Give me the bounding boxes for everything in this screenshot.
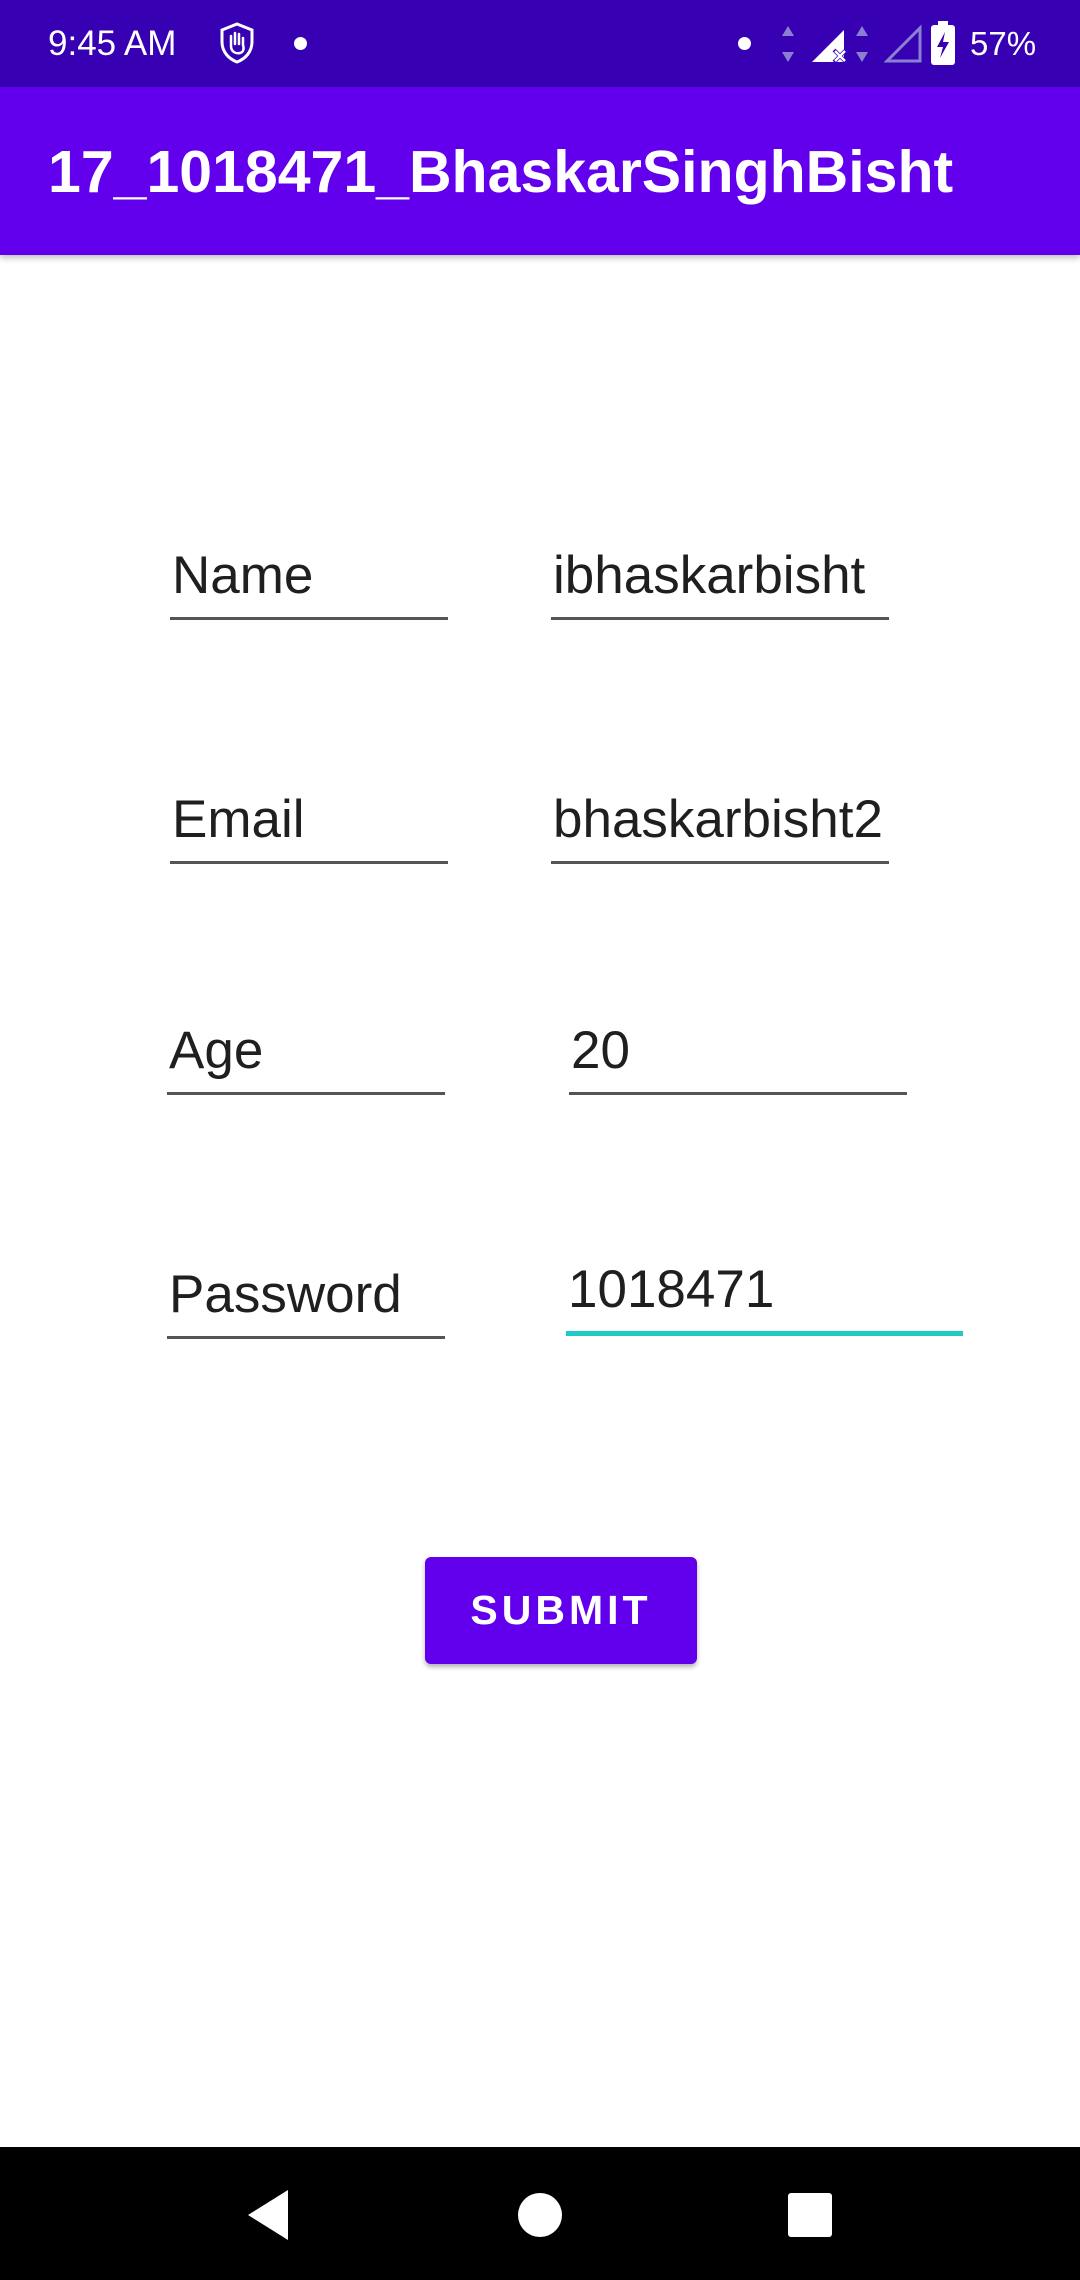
notification-dot-icon	[294, 37, 307, 50]
name-label: Name	[172, 546, 314, 605]
password-label-field[interactable]: Password	[167, 1259, 445, 1339]
home-icon[interactable]	[505, 2180, 575, 2250]
age-input[interactable]: 20	[569, 1015, 907, 1095]
email-label-field[interactable]: Email	[170, 784, 448, 864]
signal-no-service-icon	[810, 24, 850, 69]
email-input[interactable]: bhaskarbisht2	[551, 784, 889, 864]
submit-button[interactable]: SUBMIT	[425, 1557, 697, 1664]
app-bar: 17_1018471_BhaskarSinghBisht	[0, 87, 1080, 255]
status-time: 9:45 AM	[48, 24, 177, 63]
age-label: Age	[169, 1021, 264, 1080]
data-arrows-icon	[852, 24, 872, 69]
signal-empty-icon	[883, 24, 924, 69]
password-value: 1018471	[568, 1260, 775, 1319]
password-label: Password	[169, 1265, 402, 1324]
age-label-field[interactable]: Age	[167, 1015, 445, 1095]
navigation-bar	[0, 2147, 1080, 2280]
app-title: 17_1018471_BhaskarSinghBisht	[48, 139, 954, 205]
age-value: 20	[571, 1021, 630, 1080]
back-icon[interactable]	[234, 2180, 304, 2250]
email-label: Email	[172, 790, 305, 849]
battery-percent: 57%	[970, 25, 1037, 62]
battery-charging-icon	[930, 20, 956, 71]
name-input[interactable]: ibhaskarbisht	[551, 540, 889, 620]
password-input[interactable]: 1018471	[566, 1256, 963, 1336]
recents-icon[interactable]	[775, 2180, 845, 2250]
signal-dot-icon	[738, 37, 751, 50]
hand-shield-icon	[214, 20, 260, 66]
data-arrows-icon	[778, 24, 798, 69]
status-bar: 9:45 AM 57%	[0, 0, 1080, 87]
name-value: ibhaskarbisht	[553, 546, 866, 605]
name-label-field[interactable]: Name	[170, 540, 448, 620]
email-value: bhaskarbisht2	[553, 790, 883, 849]
